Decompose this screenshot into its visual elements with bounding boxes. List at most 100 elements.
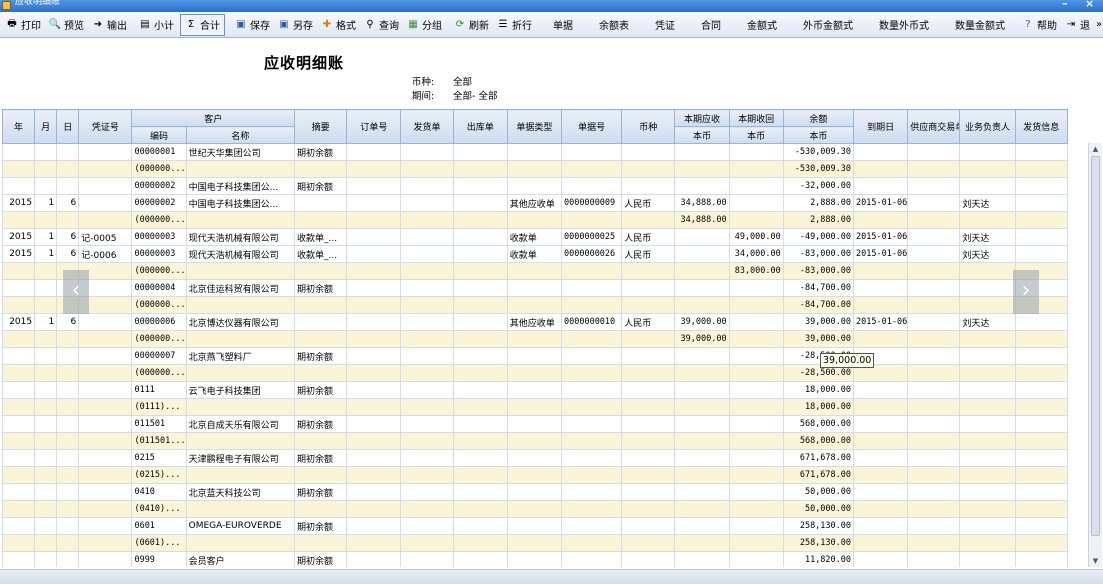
cell-order[interactable] <box>346 194 402 212</box>
cell-order[interactable] <box>346 398 402 416</box>
subtotal-row[interactable]: (0410)... 50,000.00 <box>2 500 1069 518</box>
cell-year[interactable] <box>2 177 36 195</box>
subtotal-row[interactable]: (000000... -28,500.00 <box>2 364 1069 382</box>
cell-receivable[interactable] <box>674 534 730 552</box>
table-row[interactable]: 2015 1 6 记-0006 00000003 现代天浩机械有限公司 收款单_... 收款单… <box>2 245 1069 263</box>
cell-customer-code[interactable]: 0601 <box>131 517 187 535</box>
cell-receivable[interactable] <box>674 381 730 399</box>
cell-delivery[interactable] <box>400 534 454 552</box>
cell-customer-code[interactable]: (000000... <box>131 160 187 178</box>
cell-shipping[interactable] <box>1014 432 1069 450</box>
save-as-button[interactable]: ▣ 另存 <box>274 15 317 35</box>
cell-customer-name[interactable] <box>185 262 296 280</box>
cell-customer-name[interactable]: 云飞电子科技集团 <box>185 381 296 399</box>
cell-voucher[interactable]: 记-0005 <box>78 228 133 246</box>
cell-balance[interactable]: -84,700.00 <box>782 296 855 314</box>
cell-doc-type[interactable] <box>506 211 562 229</box>
cell-salesperson[interactable] <box>959 449 1016 467</box>
cell-order[interactable] <box>346 228 402 246</box>
cell-customer-code[interactable]: 00000003 <box>131 245 187 263</box>
cell-month[interactable] <box>34 551 58 567</box>
cell-doc-type[interactable] <box>506 347 562 365</box>
cell-due-date[interactable] <box>853 262 909 280</box>
cell-doc-type[interactable] <box>506 483 562 501</box>
quantity-foreign-format-button[interactable]: 数量外币式 <box>866 15 942 35</box>
cell-order[interactable] <box>346 449 402 467</box>
cell-doc-type[interactable] <box>506 160 562 178</box>
cell-supplier-doc[interactable] <box>907 262 961 280</box>
cell-shipping[interactable] <box>1014 500 1069 518</box>
cell-currency[interactable] <box>621 534 676 552</box>
table-row[interactable]: 0215 天津鹏程电子有限公司 期初余额 671,678.00 <box>2 449 1069 467</box>
quantity-amount-format-button[interactable]: 数量金额式 <box>942 15 1018 35</box>
cell-doc-no[interactable] <box>560 483 623 501</box>
cell-summary[interactable] <box>294 466 348 484</box>
cell-salesperson[interactable] <box>959 381 1016 399</box>
cell-currency[interactable] <box>621 160 676 178</box>
subtotal-row[interactable]: (000000... -84,700.00 <box>2 296 1069 314</box>
cell-doc-no[interactable] <box>560 296 623 314</box>
cell-shipping[interactable] <box>1014 211 1069 229</box>
cell-delivery[interactable] <box>400 177 454 195</box>
cell-due-date[interactable]: 2015-01-06 <box>853 313 909 331</box>
cell-year[interactable] <box>2 534 36 552</box>
cell-shipping[interactable] <box>1014 364 1069 382</box>
cell-day[interactable] <box>56 551 80 567</box>
cell-customer-name[interactable]: 北京蓝天科技公司 <box>185 483 296 501</box>
cell-customer-name[interactable]: 北京佳运科贸有限公司 <box>185 279 296 297</box>
cell-year[interactable] <box>2 364 36 382</box>
cell-customer-name[interactable]: 北京自成天乐有限公司 <box>185 415 296 433</box>
cell-balance[interactable]: 2,888.00 <box>782 194 855 212</box>
cell-order[interactable] <box>346 143 402 161</box>
cell-outbound[interactable] <box>452 330 508 348</box>
col-header-delivery[interactable]: 发货单 <box>400 109 454 144</box>
cell-voucher[interactable] <box>78 551 133 567</box>
cell-outbound[interactable] <box>452 415 508 433</box>
cell-year[interactable] <box>2 279 36 297</box>
table-row[interactable]: 2015 1 6 记-0005 00000003 现代天浩机械有限公司 收款单_... 收款单… <box>2 228 1069 246</box>
cell-receivable[interactable] <box>674 364 730 382</box>
cell-doc-no[interactable] <box>560 449 623 467</box>
cell-receivable[interactable] <box>674 500 730 518</box>
cell-due-date[interactable] <box>853 415 909 433</box>
cell-month[interactable]: 1 <box>34 194 58 212</box>
cell-day[interactable]: 6 <box>56 245 80 263</box>
prev-arrow-icon[interactable]: ‹ <box>63 270 89 314</box>
cell-order[interactable] <box>346 245 402 263</box>
cell-day[interactable] <box>56 449 80 467</box>
cell-receivable[interactable] <box>674 347 730 365</box>
cell-doc-no[interactable] <box>560 347 623 365</box>
cell-currency[interactable] <box>621 347 676 365</box>
cell-supplier-doc[interactable] <box>907 500 961 518</box>
cell-year[interactable] <box>2 381 36 399</box>
wrap-button[interactable]: ☰ 折行 <box>493 15 536 35</box>
cell-summary[interactable]: 期初余额 <box>294 551 348 567</box>
cell-order[interactable] <box>346 160 402 178</box>
cell-shipping[interactable] <box>1014 313 1069 331</box>
cell-supplier-doc[interactable] <box>907 330 961 348</box>
cell-outbound[interactable] <box>452 211 508 229</box>
cell-doc-no[interactable] <box>560 534 623 552</box>
cell-salesperson[interactable] <box>959 534 1016 552</box>
cell-voucher[interactable] <box>78 483 133 501</box>
cell-customer-name[interactable]: 中国电子科技集团公... <box>185 177 296 195</box>
cell-received[interactable] <box>728 466 784 484</box>
cell-shipping[interactable] <box>1014 228 1069 246</box>
cell-month[interactable] <box>34 449 58 467</box>
cell-delivery[interactable] <box>400 466 454 484</box>
cell-customer-name[interactable] <box>185 211 296 229</box>
cell-balance[interactable]: 2,888.00 <box>782 211 855 229</box>
cell-due-date[interactable]: 2015-01-06 <box>853 194 909 212</box>
cell-customer-name[interactable] <box>185 364 296 382</box>
cell-customer-name[interactable]: 北京博达仪器有限公司 <box>185 313 296 331</box>
cell-doc-no[interactable] <box>560 143 623 161</box>
cell-received[interactable] <box>728 330 784 348</box>
cell-supplier-doc[interactable] <box>907 279 961 297</box>
cell-receivable[interactable] <box>674 160 730 178</box>
cell-receivable[interactable] <box>674 245 730 263</box>
cell-customer-code[interactable]: 00000004 <box>131 279 187 297</box>
cell-customer-name[interactable] <box>185 398 296 416</box>
cell-year[interactable] <box>2 551 36 567</box>
col-header-year[interactable]: 年 <box>2 109 36 144</box>
cell-balance[interactable]: 11,820.00 <box>782 551 855 567</box>
